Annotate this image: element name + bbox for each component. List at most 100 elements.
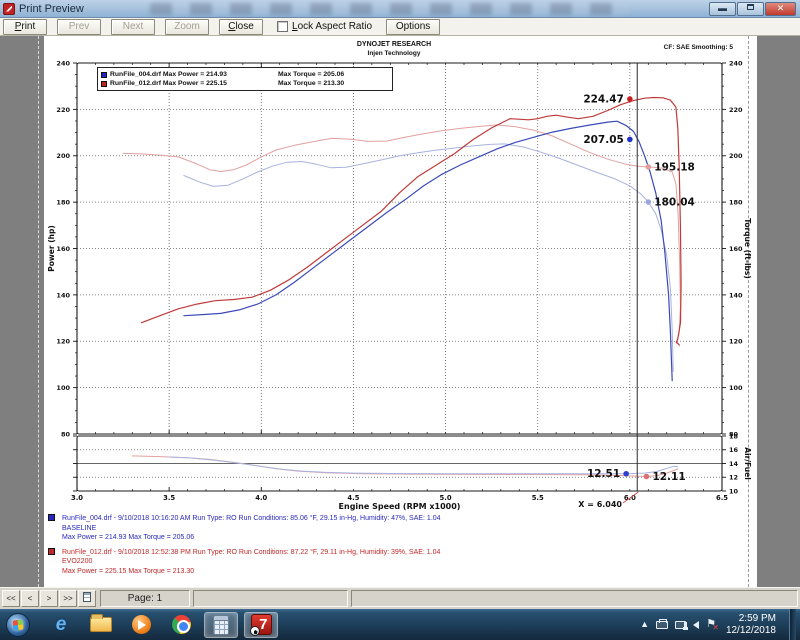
svg-text:4.0: 4.0 [255,494,267,502]
run-name: EVO2200 [62,557,738,567]
svg-text:100: 100 [729,384,743,392]
next-page-nav-button[interactable]: > [40,590,58,607]
tray-expand-icon[interactable]: ▲ [640,620,649,629]
next-page-button[interactable]: Next [111,19,155,35]
dynojet-winpep-icon: 7 [251,614,272,635]
clock-time: 2:59 PM [726,613,776,625]
print-button[interactable]: Print [3,19,47,35]
marker-label: 207.05 [583,134,624,146]
run-info-list: RunFile_004.drf - 9/10/2018 10:16:20 AM … [48,514,738,581]
svg-text:14: 14 [729,460,739,468]
media-player-icon [132,615,151,634]
statusbar-panel [351,590,798,607]
svg-text:Engine Speed (RPM x1000): Engine Speed (RPM x1000) [339,502,461,511]
svg-text:3.5: 3.5 [163,494,175,502]
taskbar-item-file-explorer[interactable] [84,612,118,638]
zoom-out-button[interactable]: Zoom Out [165,19,209,35]
marker-dot [645,164,651,170]
series-runfile_004-power [184,121,672,381]
taskbar-clock[interactable]: 2:59 PM 12/12/2018 [726,613,776,637]
run-conditions: RunFile_012.drf - 9/10/2018 12:52:38 PM … [62,548,440,558]
calculator-icon [213,615,229,635]
svg-text:220: 220 [56,106,70,114]
show-desktop-button[interactable] [789,609,796,640]
lock-aspect-group: Lock Aspect Ratio [277,21,372,32]
run-info-block: RunFile_012.drf - 9/10/2018 12:52:38 PM … [48,548,738,577]
options-button[interactable]: Options [386,19,440,35]
titlebar-blurred-path [150,3,630,15]
svg-text:120: 120 [729,338,743,346]
svg-text:240: 240 [56,59,70,67]
taskbar-item-media-player[interactable] [124,612,158,638]
minimize-button[interactable]: ▬ [709,2,736,16]
run-name: BASELINE [62,524,738,534]
folder-icon [90,617,112,632]
legend-run-label: RunFile_004.drf Max Power = 214.93 [110,71,278,78]
run-color-swatch [48,548,55,555]
close-window-button[interactable]: ✕ [765,2,796,16]
start-button[interactable] [6,613,30,637]
svg-text:Air/Fuel: Air/Fuel [743,447,752,480]
svg-text:100: 100 [56,384,70,392]
screen: Print Preview ▬ ✕ Print Prev Next Zoom O… [0,0,800,640]
ball-icon [250,626,260,636]
svg-text:6.5: 6.5 [716,494,728,502]
taskbar-item-chrome[interactable] [164,612,198,638]
marker-label: 224.47 [583,94,624,106]
printer-tray-icon[interactable] [656,621,668,629]
run-conditions: RunFile_004.drf - 9/10/2018 10:16:20 AM … [62,514,441,524]
svg-text:Power (hp): Power (hp) [47,225,56,272]
taskbar-item-dynojet[interactable]: 7 [244,612,278,638]
taskbar-item-internet-explorer[interactable]: e [44,612,78,638]
svg-text:240: 240 [729,59,743,67]
marker-dot [627,137,633,143]
window-titlebar: Print Preview ▬ ✕ [0,0,800,18]
last-page-button[interactable]: >> [59,590,77,607]
window-controls: ▬ ✕ [709,2,800,16]
marker-dot [644,474,650,480]
system-tray: ▲ ⚑✕ 2:59 PM 12/12/2018 [640,609,800,640]
prev-page-button[interactable]: Prev [57,19,101,35]
svg-text:160: 160 [56,245,70,253]
chrome-icon [172,615,191,634]
svg-text:10: 10 [729,487,739,495]
svg-text:140: 140 [729,291,743,299]
internet-explorer-icon: e [56,615,67,634]
svg-text:12: 12 [729,474,738,482]
action-center-flag-icon[interactable]: ⚑✕ [706,619,716,630]
lock-aspect-checkbox[interactable] [277,21,288,32]
preview-page: DYNOJET RESEARCH Injen Technology CF: SA… [44,36,757,587]
volume-tray-icon[interactable] [693,621,699,629]
prev-page-nav-button[interactable]: < [21,590,39,607]
clock-date: 12/12/2018 [726,625,776,637]
page-setup-icon [83,592,91,602]
alert-x-icon: ✕ [712,624,719,632]
svg-text:4.5: 4.5 [347,494,359,502]
windows-flag-icon [13,619,24,630]
page-setup-button[interactable] [78,590,96,607]
svg-text:X = 6.040: X = 6.040 [578,500,622,509]
svg-text:18: 18 [729,432,739,440]
chart-legend: RunFile_004.drf Max Power = 214.93Max To… [97,67,393,91]
marker-label: 12.11 [652,471,685,483]
svg-text:200: 200 [56,152,70,160]
svg-text:16: 16 [729,446,739,454]
series-runfile_012-torque [123,125,680,346]
marker-dot [623,471,629,477]
page-indicator: Page: 1 [100,590,190,607]
lock-aspect-label: Lock Aspect Ratio [292,21,372,32]
run-maxima: Max Power = 225.15 Max Torque = 213.30 [62,567,738,577]
svg-text:180: 180 [56,199,70,207]
taskbar-item-calculator[interactable] [204,612,238,638]
legend-torque-label: Max Torque = 205.06 [278,71,344,78]
maximize-icon [747,4,754,10]
taskbar: e 7 ▲ ⚑✕ 2:59 PM 12/12/2018 [0,609,800,640]
page-margin-left [38,36,39,587]
close-preview-button[interactable]: Close [219,19,263,35]
statusbar: << < > >> Page: 1 [0,587,800,609]
first-page-button[interactable]: << [2,590,20,607]
run-color-swatch [48,514,55,521]
maximize-button[interactable] [737,2,764,16]
svg-text:Torque (ft-lbs): Torque (ft-lbs) [743,218,752,279]
statusbar-panel [193,590,348,607]
